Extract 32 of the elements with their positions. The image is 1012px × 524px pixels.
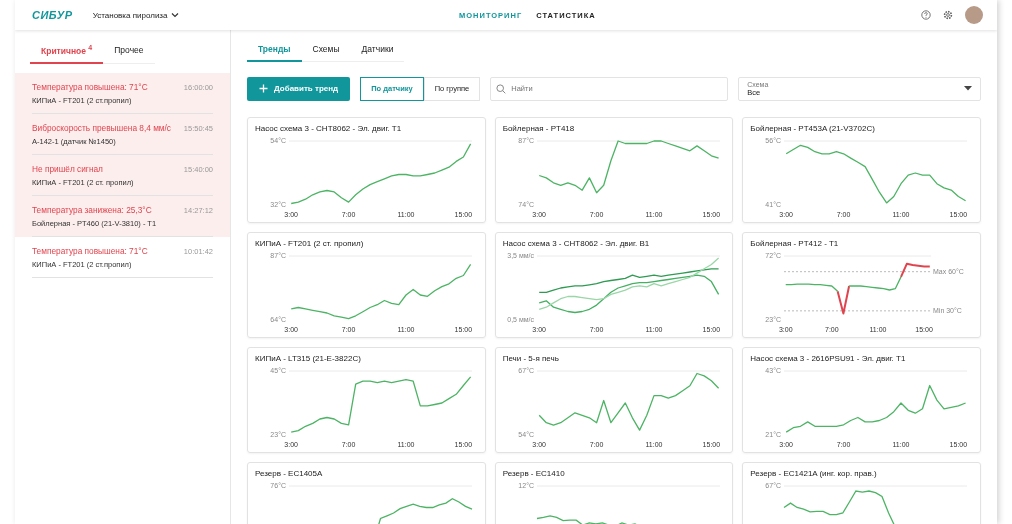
alert-title: Температура повышена: 71°C bbox=[32, 81, 148, 92]
caret-down-icon bbox=[964, 86, 972, 91]
chart-title: Бойлерная - PT453A (21-V3702C) bbox=[750, 124, 876, 133]
view-tab[interactable]: Схемы bbox=[301, 40, 351, 62]
chart-title: Бойлерная - PT412 - T1 bbox=[750, 239, 840, 248]
logo: СИБУР bbox=[32, 9, 73, 21]
chart-title: КИПиА - LT315 (21-E-3822C) bbox=[255, 354, 362, 363]
help-icon[interactable] bbox=[921, 10, 931, 20]
chart-title: Резерв - EC1421A (инг. кор. прав.) bbox=[750, 469, 878, 478]
alert-tab[interactable]: Критичное $^{4}$ bbox=[30, 40, 104, 64]
settings-icon[interactable] bbox=[943, 10, 953, 20]
add-trend-button[interactable]: Добавить тренд bbox=[247, 76, 351, 101]
chart-title: Резерв - EC1405A bbox=[255, 469, 324, 478]
search-icon bbox=[496, 83, 507, 94]
alert-title: Температура повышена: 71°C bbox=[32, 245, 148, 256]
plus-icon bbox=[259, 84, 268, 93]
chart-title: КИПиА - FT201 (2 ст. пропил) bbox=[255, 239, 365, 248]
chart-title: Бойлерная - PT418 bbox=[502, 124, 576, 133]
chevron-down-icon bbox=[171, 12, 180, 18]
alert-title: Виброскорость превышена 8,4 мм/с bbox=[32, 122, 171, 133]
view-tab[interactable]: Тренды bbox=[247, 40, 302, 62]
alert-tab[interactable]: Прочее bbox=[103, 40, 155, 64]
view-tab[interactable]: Датчики bbox=[350, 40, 405, 62]
plant-selector[interactable]: Установка пиролиза bbox=[92, 10, 180, 20]
chart-title: Насос схема 3 - CHT8062 - Эл. двиг. B1 bbox=[502, 239, 651, 248]
chart-title: Насос схема 3 - CHT8062 - Эл. двиг. T1 bbox=[255, 124, 403, 133]
alert-title: Температура занижена: 25,3°C bbox=[32, 204, 152, 215]
alert-title: Не пришёл сигнал bbox=[32, 163, 103, 174]
chart-title: Насос схема 3 - 2616PSU91 - Эл. двиг. T1 bbox=[750, 354, 907, 363]
chart-title: Печи - 5-я печь bbox=[502, 354, 560, 363]
avatar[interactable] bbox=[965, 6, 983, 24]
chart-title: Резерв - EC1410 bbox=[502, 469, 566, 478]
